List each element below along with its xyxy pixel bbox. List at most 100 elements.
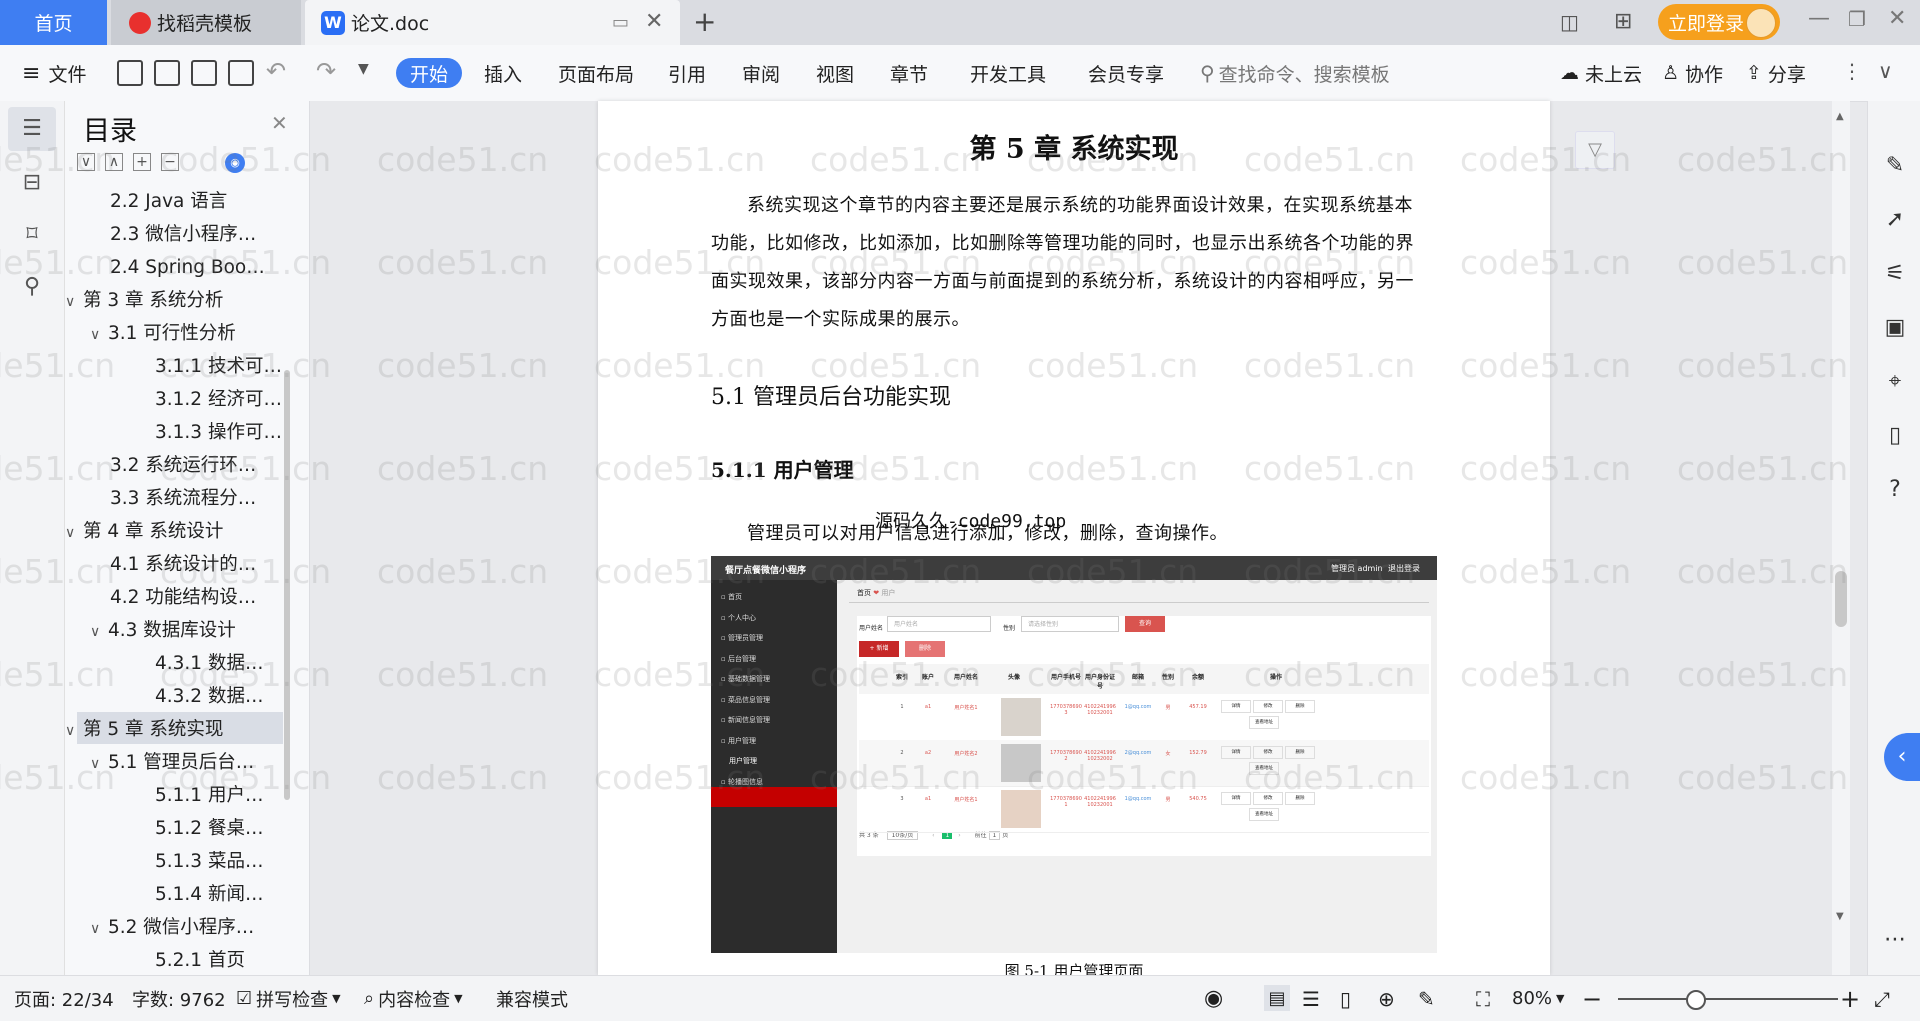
chevron-down-icon[interactable]: ∨ [90, 748, 108, 781]
close-window-icon[interactable]: ✕ [1888, 6, 1906, 31]
document-page[interactable]: 第 5 章 系统实现 系统实现这个章节的内容主要还是展示系统的功能界面设计效果，… [598, 101, 1550, 980]
fit-page-icon[interactable]: ⛶ [1476, 976, 1490, 1021]
help-icon[interactable]: ? [1882, 477, 1908, 503]
cloud-status[interactable]: ☁ 未上云 [1560, 45, 1642, 101]
collaborate-button[interactable]: ♙ 协作 [1662, 45, 1723, 101]
toc-item[interactable]: ∨ 5.1 管理员后台… [90, 746, 254, 779]
redo-icon[interactable]: ↷ [316, 57, 336, 85]
print-preview-icon[interactable] [228, 60, 254, 86]
export-pdf-icon[interactable] [154, 60, 180, 86]
tab-template[interactable]: 找稻壳模板 [111, 0, 301, 45]
toc-item[interactable]: ∨ 第 4 章 系统设计 [65, 515, 223, 548]
close-tab-icon[interactable]: ✕ [645, 9, 663, 34]
collapse-all-icon[interactable]: ∨ [77, 153, 95, 171]
chevron-down-icon[interactable]: ∨ [90, 319, 108, 352]
pen-icon[interactable]: ✎ [1882, 153, 1908, 179]
zoom-slider-handle[interactable] [1686, 990, 1706, 1010]
chevron-down-icon[interactable]: ∨ [65, 517, 83, 550]
undo-icon[interactable]: ↶ [266, 57, 286, 85]
filter-icon[interactable]: ▽ [1575, 131, 1615, 169]
login-button[interactable]: 立即登录 [1658, 4, 1780, 40]
menu-section[interactable]: 章节 [890, 45, 928, 101]
toc-ai-icon[interactable]: ◉ [225, 153, 245, 173]
scroll-thumb[interactable] [1835, 571, 1847, 627]
chevron-down-icon[interactable]: ∨ [90, 913, 108, 946]
toc-item[interactable]: 4.1 系统设计的… [110, 548, 256, 581]
vertical-scrollbar[interactable]: ▲ ▼ [1832, 101, 1850, 975]
print-icon[interactable] [191, 60, 217, 86]
tab-document[interactable]: W 论文.doc ▭ ✕ [305, 0, 680, 45]
navigation-icon[interactable]: ⊟ [20, 171, 44, 195]
more-options-icon[interactable]: ⋮ [1842, 59, 1862, 83]
spell-check[interactable]: ☑ 拼写检查 ▼ [236, 976, 341, 1021]
adjust-icon[interactable]: ⚟ [1882, 261, 1908, 287]
toc-item[interactable]: ∨ 3.1 可行性分析 [90, 317, 236, 350]
chevron-down-icon[interactable]: ∨ [90, 616, 108, 649]
toc-item[interactable]: 3.1.1 技术可… [155, 350, 282, 383]
add-heading-icon[interactable]: + [133, 153, 151, 171]
toc-item[interactable]: 5.2.1 首页 [155, 944, 245, 977]
scroll-up-icon[interactable]: ▲ [1836, 111, 1844, 122]
menu-view[interactable]: 视图 [816, 45, 854, 101]
toc-item[interactable]: 2.3 微信小程序… [110, 218, 256, 251]
web-view-icon[interactable]: ⊕ [1378, 976, 1395, 1021]
toc-icon[interactable]: ☰ [20, 117, 44, 141]
toc-item[interactable]: 4.3.1 数据… [155, 647, 263, 680]
fullscreen-icon[interactable]: ⤢ [1874, 976, 1890, 1021]
save-icon[interactable] [117, 60, 143, 86]
toc-item[interactable]: ∨ 5.2 微信小程序… [90, 911, 254, 944]
remove-heading-icon[interactable]: − [161, 153, 179, 171]
toc-item[interactable]: 2.4 Spring Boo… [110, 251, 265, 284]
restore-icon[interactable]: ❐ [1848, 7, 1866, 31]
page-view-icon[interactable]: ▤ [1264, 985, 1290, 1011]
minimize-icon[interactable]: — [1808, 6, 1830, 31]
eye-protection-icon[interactable]: ◉ [1204, 976, 1223, 1021]
collapse-ribbon-icon[interactable]: ∨ [1878, 59, 1893, 83]
toc-item[interactable]: ∨ 第 3 章 系统分析 [65, 284, 223, 317]
tab-home[interactable]: 首页 [0, 0, 107, 45]
toc-item[interactable]: 4.2 功能结构设… [110, 581, 256, 614]
menu-review[interactable]: 审阅 [742, 45, 780, 101]
zoom-slider[interactable] [1618, 998, 1838, 1000]
reader-icon[interactable]: ▯ [1882, 423, 1908, 449]
scroll-down-icon[interactable]: ▼ [1836, 911, 1844, 922]
apps-grid-icon[interactable]: ⊞ [1614, 9, 1632, 34]
search-icon[interactable]: ⚲ [20, 275, 44, 299]
more-icon[interactable]: ⋯ [1882, 927, 1908, 953]
toc-item[interactable]: 5.1.1 用户… [155, 779, 263, 812]
pointer-icon[interactable]: ➚ [1882, 207, 1908, 233]
menu-insert[interactable]: 插入 [484, 45, 522, 101]
content-check[interactable]: ⌕ 内容检查 ▼ [364, 976, 463, 1021]
layout-icon[interactable]: ◫ [1560, 10, 1579, 34]
word-count[interactable]: 字数: 9762 [132, 976, 226, 1021]
quick-access-dropdown-icon[interactable]: ▼ [358, 61, 369, 77]
toc-item[interactable]: 4.3.2 数据… [155, 680, 263, 713]
menu-references[interactable]: 引用 [668, 45, 706, 101]
image-tools-icon[interactable]: ▣ [1882, 315, 1908, 341]
toc-item[interactable]: 3.3 系统流程分… [110, 482, 256, 515]
menu-developer[interactable]: 开发工具 [970, 45, 1046, 101]
toc-item[interactable]: 5.1.2 餐桌… [155, 812, 263, 845]
expand-all-icon[interactable]: ∧ [105, 153, 123, 171]
new-tab-icon[interactable]: + [693, 5, 716, 38]
command-search[interactable]: ⚲ 查找命令、搜索模板 [1200, 45, 1390, 101]
toc-item[interactable]: ∨ 第 5 章 系统实现 [65, 713, 223, 746]
toc-item[interactable]: ∨ 4.3 数据库设计 [90, 614, 236, 647]
toc-item[interactable]: 3.1.3 操作可… [155, 416, 282, 449]
monitor-icon[interactable]: ▭ [612, 12, 629, 33]
reading-view-icon[interactable]: ▯ [1340, 976, 1351, 1021]
chevron-down-icon[interactable]: ∨ [65, 715, 83, 748]
page-indicator[interactable]: 页面: 22/34 [14, 976, 114, 1021]
close-icon[interactable]: ✕ [271, 111, 288, 135]
outline-view-icon[interactable]: ☰ [1302, 976, 1320, 1021]
menu-page-layout[interactable]: 页面布局 [558, 45, 634, 101]
zoom-in-icon[interactable]: + [1840, 976, 1860, 1021]
toc-item[interactable]: 2.2 Java 语言 [110, 185, 227, 218]
menu-start[interactable]: 开始 [396, 58, 463, 88]
chevron-down-icon[interactable]: ∨ [65, 286, 83, 319]
share-button[interactable]: ⇪ 分享 [1746, 45, 1806, 101]
file-menu[interactable]: ≡ 文件 [22, 45, 86, 101]
toc-item[interactable]: 5.1.3 菜品… [155, 845, 263, 878]
zoom-out-icon[interactable]: − [1582, 976, 1602, 1021]
toc-item[interactable]: 5.1.4 新闻… [155, 878, 263, 911]
